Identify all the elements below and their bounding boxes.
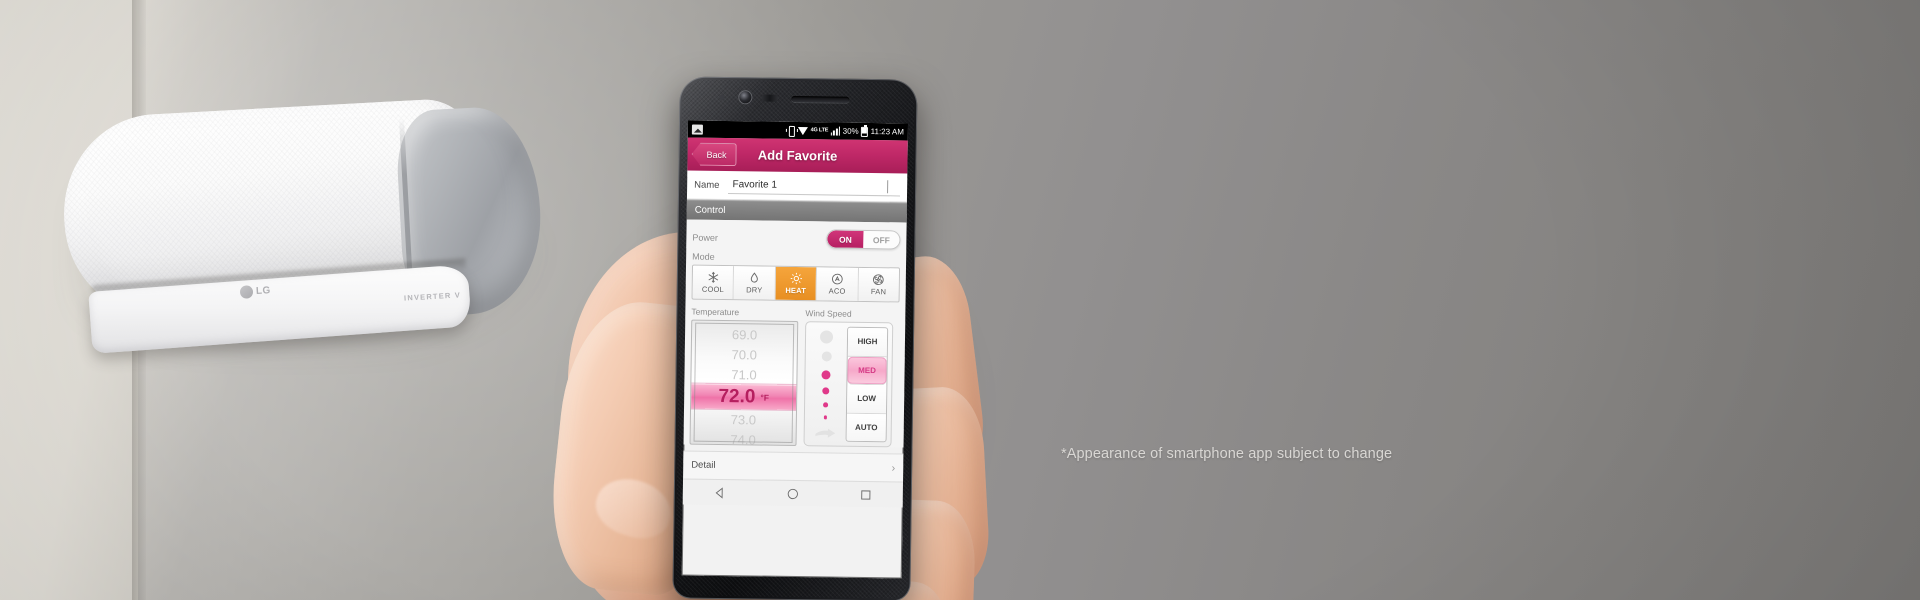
temperature-label: Temperature (691, 306, 740, 318)
mode-label-cool: COOL (701, 284, 724, 295)
mode-button-heat[interactable]: HEAT (775, 266, 818, 301)
snowflake-icon (708, 271, 718, 283)
temperature-option[interactable]: 69.0 (700, 324, 789, 345)
mode-label-fan: FAN (870, 287, 887, 297)
water-drop-icon (750, 272, 758, 283)
temperature-unit: °F (760, 392, 770, 403)
wind-speed-button-auto[interactable]: AUTO (846, 413, 886, 442)
power-label: Power (692, 232, 718, 243)
name-input[interactable]: Favorite 1 (728, 176, 901, 197)
lg-logo-text: LG (255, 285, 271, 297)
lg-logo: LG (239, 284, 271, 299)
detail-label: Detail (691, 459, 716, 471)
power-off-button[interactable]: OFF (863, 230, 900, 249)
wind-arrow-icon (814, 428, 835, 438)
temperature-selected[interactable]: 72.0 °F (691, 383, 797, 411)
signal-bars-icon (830, 126, 841, 136)
power-row: Power ON OFF (692, 225, 901, 253)
chevron-right-icon: › (891, 461, 896, 474)
wind-speed-button-med[interactable]: MED (847, 356, 887, 386)
back-button[interactable]: Back (691, 143, 736, 167)
wind-speed-column: Wind Speed HIGH MED LOW AUTO (803, 308, 894, 448)
thumbnail (588, 470, 679, 547)
power-on-button[interactable]: ON (827, 230, 864, 248)
wind-speed-button-group: HIGH MED LOW AUTO (845, 326, 889, 443)
status-bar-left (691, 124, 703, 135)
detail-row[interactable]: Detail › (683, 450, 904, 482)
page-title: Add Favorite (757, 147, 838, 164)
disclaimer-caption: *Appearance of smartphone app subject to… (1061, 446, 1393, 462)
vibrate-icon (786, 126, 796, 135)
clock-time: 11:23 AM (870, 127, 904, 137)
power-toggle[interactable]: ON OFF (826, 229, 901, 250)
network-label: 4G LTE (810, 126, 829, 134)
temperature-wind-row: Temperature 69.0 70.0 71.0 72.0 °F 73.0 … (689, 306, 900, 448)
wind-speed-button-low[interactable]: LOW (846, 384, 887, 414)
wind-level-indicator (809, 326, 844, 441)
image-icon (691, 124, 703, 135)
wind-dot-active (822, 387, 830, 395)
mode-button-group: COOL DRY HEAT ACO FAN (691, 264, 901, 303)
mode-label: Mode (692, 251, 715, 262)
wind-speed-label: Wind Speed (805, 308, 852, 319)
control-body: Power ON OFF Mode COOL DRY HEAT ACO FAN … (683, 219, 907, 448)
temperature-column: Temperature 69.0 70.0 71.0 72.0 °F 73.0 … (689, 306, 799, 447)
nav-home-circle-icon[interactable] (786, 486, 800, 500)
proximity-sensor-icon (719, 94, 725, 100)
air-conditioner-unit: LG INVERTER V (52, 96, 572, 360)
battery-percent: 30% (842, 126, 859, 136)
mode-label-aco: ACO (828, 286, 846, 296)
app-title-bar: Back Add Favorite (687, 137, 908, 174)
wind-dot-active (823, 415, 828, 420)
nav-recents-square-icon[interactable] (859, 487, 873, 501)
mode-button-cool[interactable]: COOL (692, 265, 735, 300)
nav-back-triangle-icon[interactable] (712, 485, 726, 499)
temperature-selected-value: 72.0 (718, 385, 756, 407)
mode-label-dry: DRY (746, 285, 763, 295)
wind-dot-active (823, 402, 828, 408)
mode-button-fan[interactable]: FAN (858, 267, 900, 302)
auto-comfort-icon (831, 273, 843, 285)
name-label: Name (694, 179, 720, 191)
temperature-list[interactable]: 69.0 70.0 71.0 72.0 °F 73.0 74.0 (691, 324, 797, 446)
mode-button-aco[interactable]: ACO (816, 267, 859, 301)
earpiece-speaker-icon (791, 95, 850, 103)
temperature-option[interactable]: 73.0 (699, 409, 788, 430)
mode-label-heat: HEAT (785, 285, 807, 296)
wind-speed-control: HIGH MED LOW AUTO (803, 321, 894, 448)
mode-button-dry[interactable]: DRY (733, 266, 776, 300)
android-navigation-bar (682, 478, 904, 508)
wind-dot (819, 330, 834, 344)
phone-earpiece-area (679, 76, 918, 123)
lg-logo-mark-icon (239, 285, 254, 299)
sun-icon (790, 272, 802, 285)
temperature-option[interactable]: 71.0 (699, 364, 788, 385)
smartphone: 4G LTE 30% 11:23 AM Back Add Favorite Na… (672, 76, 918, 600)
infrared-sensor-icon (761, 94, 779, 102)
phone-screen: 4G LTE 30% 11:23 AM Back Add Favorite Na… (681, 120, 909, 579)
name-row: Name Favorite 1 (686, 170, 908, 203)
temperature-option[interactable]: 70.0 (700, 344, 789, 365)
status-bar-spacer (703, 129, 786, 130)
wind-speed-button-high[interactable]: HIGH (847, 327, 888, 357)
status-bar-right: 4G LTE 30% 11:23 AM (786, 125, 904, 137)
wind-dot-active (821, 370, 831, 380)
front-camera-icon (739, 91, 752, 104)
temperature-option[interactable]: 74.0 (698, 429, 787, 446)
battery-icon (861, 126, 869, 137)
wifi-icon (798, 126, 808, 135)
temperature-picker[interactable]: 69.0 70.0 71.0 72.0 °F 73.0 74.0 (689, 319, 799, 447)
fan-icon (873, 274, 885, 285)
wind-dot (821, 351, 832, 362)
